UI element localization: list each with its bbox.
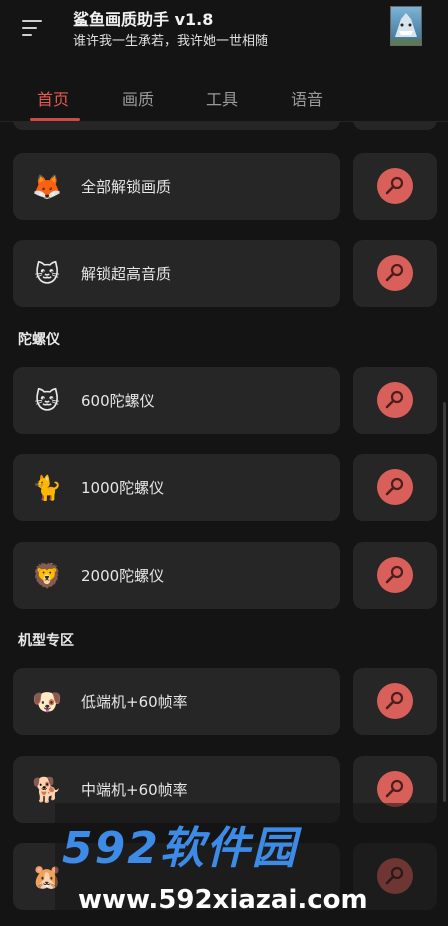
action-button-gyro-1000[interactable] bbox=[353, 454, 437, 521]
card-label: 低端机+60帧率 bbox=[81, 693, 188, 711]
action-button-gyro-2000[interactable] bbox=[353, 542, 437, 609]
tab-quality[interactable]: 画质 bbox=[122, 86, 154, 110]
search-icon bbox=[385, 390, 404, 409]
cat-icon: 🐱 bbox=[34, 387, 60, 415]
card-gyro-1000[interactable]: 🐈 1000陀螺仪 bbox=[13, 454, 340, 521]
menu-icon[interactable] bbox=[22, 17, 48, 39]
card-unlock-audio[interactable]: 🐱 解锁超高音质 bbox=[13, 240, 340, 307]
card-partial[interactable] bbox=[13, 122, 340, 130]
dog-icon: 🐕 bbox=[32, 776, 62, 804]
search-icon bbox=[385, 263, 404, 282]
search-icon bbox=[385, 691, 404, 710]
card-gyro-2000[interactable]: 🦁 2000陀螺仪 bbox=[13, 542, 340, 609]
card-label: 2000陀螺仪 bbox=[81, 567, 165, 585]
tab-tools[interactable]: 工具 bbox=[206, 86, 238, 110]
tab-home[interactable]: 首页 bbox=[37, 86, 69, 110]
fox-icon: 🦊 bbox=[32, 173, 62, 201]
search-icon bbox=[385, 565, 404, 584]
tab-voice[interactable]: 语音 bbox=[291, 86, 323, 110]
card-label: 全部解锁画质 bbox=[81, 178, 172, 196]
action-partial[interactable] bbox=[353, 122, 437, 130]
cat-icon: 🐱 bbox=[34, 260, 60, 288]
card-label: 600陀螺仪 bbox=[81, 392, 155, 410]
section-device-title: 机型专区 bbox=[18, 633, 74, 649]
search-icon bbox=[385, 477, 404, 496]
lion-icon: 🦁 bbox=[32, 562, 62, 590]
search-icon bbox=[385, 779, 404, 798]
action-button-unlock-quality[interactable] bbox=[353, 153, 437, 220]
black-cat-icon: 🐈 bbox=[32, 474, 62, 502]
section-gyro-title: 陀螺仪 bbox=[18, 332, 60, 348]
search-icon bbox=[385, 176, 404, 195]
action-button-low-end[interactable] bbox=[353, 668, 437, 735]
dog-icon: 🐶 bbox=[32, 688, 62, 716]
watermark-url: www.592xiazai.com bbox=[78, 885, 368, 915]
avatar[interactable] bbox=[390, 6, 422, 46]
action-button-gyro-600[interactable] bbox=[353, 367, 437, 434]
watermark-brand: 592软件园 bbox=[62, 823, 298, 874]
tab-bar: 首页 画质 工具 语音 bbox=[0, 78, 448, 122]
card-gyro-600[interactable]: 🐱 600陀螺仪 bbox=[13, 367, 340, 434]
app-title: 鲨鱼画质助手 v1.8 bbox=[73, 10, 214, 29]
scrollbar[interactable] bbox=[443, 402, 446, 802]
app-subtitle: 谁许我一生承若，我许她一世相随 bbox=[73, 34, 269, 49]
card-low-end[interactable]: 🐶 低端机+60帧率 bbox=[13, 668, 340, 735]
card-label: 中端机+60帧率 bbox=[81, 781, 188, 799]
card-label: 1000陀螺仪 bbox=[81, 479, 165, 497]
card-unlock-quality[interactable]: 🦊 全部解锁画质 bbox=[13, 153, 340, 220]
card-label: 解锁超高音质 bbox=[81, 265, 172, 283]
action-button-unlock-audio[interactable] bbox=[353, 240, 437, 307]
app-header: 鲨鱼画质助手 v1.8 谁许我一生承若，我许她一世相随 bbox=[0, 0, 448, 60]
